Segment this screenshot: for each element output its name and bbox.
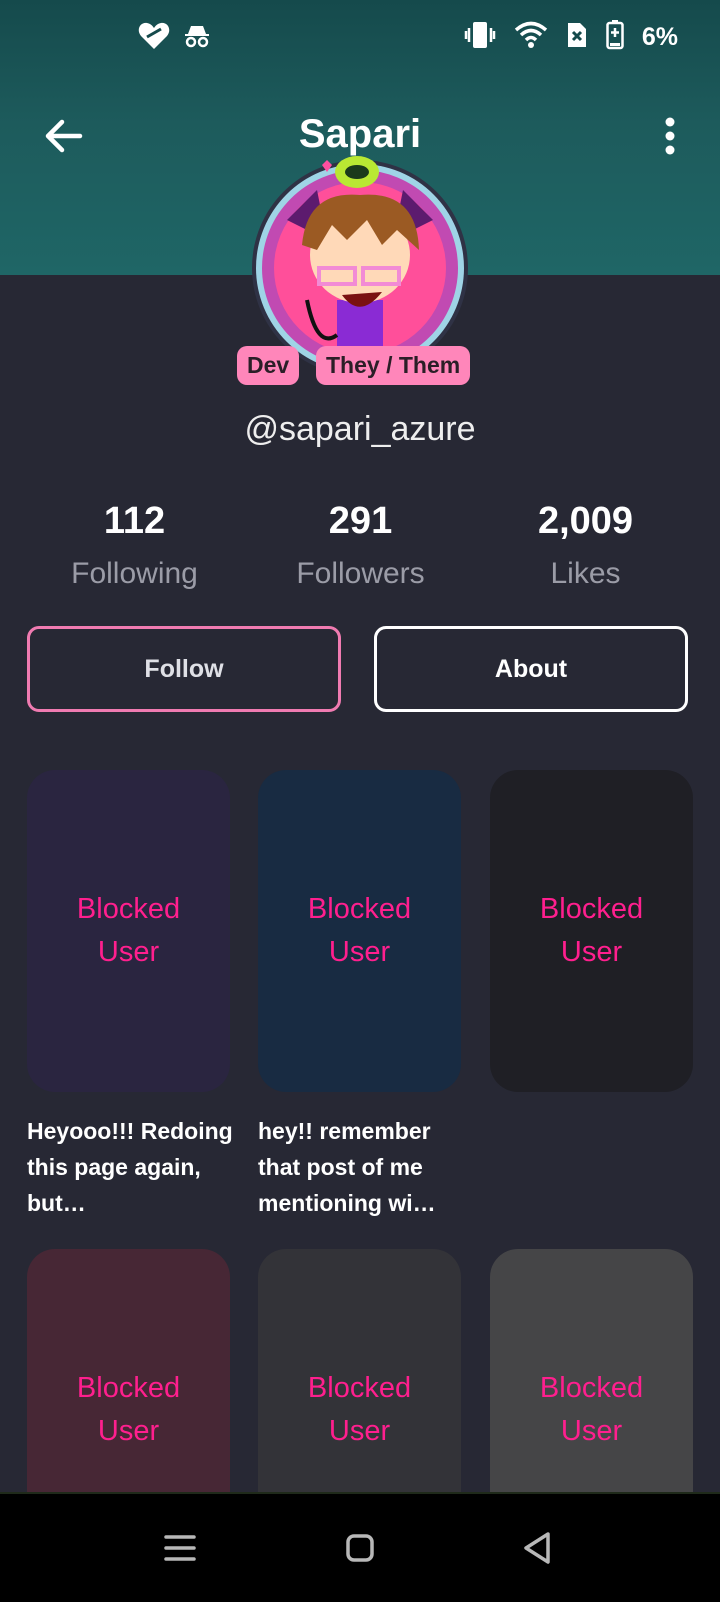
stat-label: Following — [71, 557, 198, 590]
badge-pronouns: They / Them — [316, 346, 471, 385]
blocked-label: Blocked User — [307, 1372, 412, 1447]
follow-button[interactable]: Follow — [27, 626, 341, 712]
about-button[interactable]: About — [374, 626, 688, 712]
stat-followers[interactable]: 291 Followers — [248, 500, 473, 591]
status-bar: 6% — [0, 0, 720, 76]
home-icon — [346, 1534, 374, 1562]
incognito-icon — [184, 24, 210, 53]
wifi-icon — [514, 21, 548, 54]
vibrate-icon — [464, 20, 496, 55]
post-caption[interactable]: hey!! remember that post of me mentionin… — [258, 1113, 468, 1221]
blocked-label: Blocked User — [539, 1372, 644, 1447]
home-button[interactable] — [338, 1526, 382, 1570]
back-nav-icon — [524, 1532, 550, 1564]
stat-value: 112 — [103, 500, 166, 542]
blocked-label: Blocked User — [76, 893, 181, 968]
stat-following[interactable]: 112 Following — [22, 500, 247, 591]
blocked-label: Blocked User — [307, 893, 412, 968]
stat-label: Likes — [550, 557, 621, 590]
post-card[interactable]: Blocked User — [258, 770, 461, 1092]
post-caption[interactable]: Heyooo!!! Redoing this page again, but… — [27, 1113, 237, 1221]
stat-label: Followers — [296, 557, 425, 590]
badge-dev: Dev — [237, 346, 300, 385]
username-handle: @sapari_azure — [244, 410, 476, 448]
system-nav-bar — [0, 1492, 720, 1602]
profile-stats: 112 Following 291 Followers 2,009 Likes — [0, 500, 720, 600]
stat-value: 2,009 — [537, 500, 634, 542]
back-nav-button[interactable] — [516, 1526, 560, 1570]
blocked-label: Blocked User — [539, 893, 644, 968]
battery-percent: 6% — [641, 23, 678, 51]
more-vert-icon — [665, 117, 675, 155]
post-card[interactable]: Blocked User — [27, 770, 230, 1092]
recents-button[interactable] — [158, 1526, 202, 1570]
more-options-button[interactable] — [658, 112, 682, 160]
blocked-label: Blocked User — [76, 1372, 181, 1447]
battery-icon — [606, 20, 624, 55]
heart-icon — [138, 22, 170, 55]
stat-likes[interactable]: 2,009 Likes — [473, 500, 698, 591]
post-card[interactable]: Blocked User — [490, 770, 693, 1092]
stat-value: 291 — [328, 500, 393, 542]
recents-icon — [164, 1535, 196, 1561]
no-sim-icon — [566, 21, 588, 54]
